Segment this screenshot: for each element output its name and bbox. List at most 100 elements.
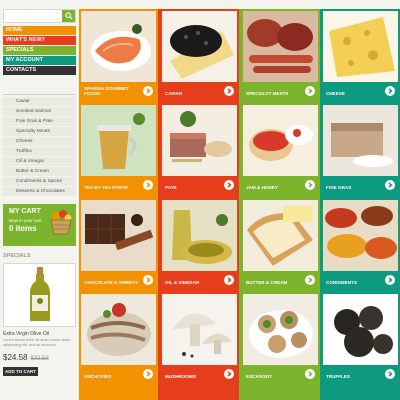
product-name[interactable]: Extra Virgin Olive Oil xyxy=(3,331,76,337)
search-icon xyxy=(64,12,73,20)
category-item[interactable]: Cheese xyxy=(3,137,76,146)
tile-tea[interactable]: TEA BY TEA FORTE xyxy=(81,105,156,193)
tile-label: CHOCOLATE & SWEETS xyxy=(84,280,139,285)
categories-divider xyxy=(3,86,76,95)
category-item[interactable]: Truffles xyxy=(3,147,76,156)
arrow-right-icon[interactable] xyxy=(224,275,234,285)
basket-icon xyxy=(50,210,72,235)
tile-anchovies[interactable]: ANCHOVIES xyxy=(81,294,156,382)
tile-label: FOIE GRAS xyxy=(326,185,352,190)
tea-image xyxy=(81,105,156,176)
price-row: $24.58 $32.58 xyxy=(3,353,76,362)
tile-cheese[interactable]: CHEESE xyxy=(323,11,398,99)
tile-spanish-gourmet-foods[interactable]: SPANISH GOURMET FOODS xyxy=(81,11,156,99)
tile-label: JAM & HONEY xyxy=(246,185,278,190)
butter-cream-image xyxy=(243,200,318,271)
category-item[interactable]: Foie Gras & Pate xyxy=(3,117,76,126)
tile-label: ANCHOVIES xyxy=(84,374,112,379)
product-price: $24.58 xyxy=(3,353,28,362)
chocolate-image xyxy=(81,200,156,271)
search-button[interactable] xyxy=(62,10,75,22)
specialty-meats-image xyxy=(243,11,318,82)
tile-label: SPANISH GOURMET FOODS xyxy=(84,86,129,96)
tile-label: OIL & VINEGAR xyxy=(165,280,200,285)
tile-oil-vinegar[interactable]: OIL & VINEGAR xyxy=(162,200,237,288)
escargot-image xyxy=(243,294,318,365)
arrow-right-icon[interactable] xyxy=(385,86,395,96)
anchovies-image xyxy=(81,294,156,365)
tile-caviar[interactable]: CAVIAR xyxy=(162,11,237,99)
tile-label: BUTTER & CREAM xyxy=(246,280,288,285)
specials-heading: SPECIALS xyxy=(3,253,31,259)
categories-list: Caviar Smoked Salmon Foie Gras & Pate Sp… xyxy=(3,97,76,196)
smoked-salmon-image xyxy=(81,11,156,82)
pate-image xyxy=(162,105,237,176)
tile-condiments[interactable]: CONDIMENTS xyxy=(323,200,398,288)
tile-label: TRUFFLES xyxy=(326,374,350,379)
tile-butter-cream[interactable]: BUTTER & CREAM xyxy=(243,200,318,288)
category-item[interactable]: Desserts & Chocolates xyxy=(3,187,76,196)
cart-box[interactable]: MY CART Now in your cart 0 items xyxy=(3,204,76,246)
truffles-image xyxy=(323,294,398,365)
oil-vinegar-image xyxy=(162,200,237,271)
condiments-image xyxy=(323,200,398,271)
nav-item-contacts[interactable]: CONTACTS xyxy=(3,66,76,75)
arrow-right-icon[interactable] xyxy=(305,369,315,379)
tile-label: MUSHROOMS xyxy=(165,374,196,379)
tile-pate[interactable]: PATE xyxy=(162,105,237,193)
arrow-right-icon[interactable] xyxy=(385,180,395,190)
cheese-image xyxy=(323,11,398,82)
tile-truffles[interactable]: TRUFFLES xyxy=(323,294,398,382)
nav-item-my-account[interactable]: MY ACCOUNT xyxy=(3,56,76,65)
arrow-right-icon[interactable] xyxy=(224,369,234,379)
tile-label: CONDIMENTS xyxy=(326,280,357,285)
tile-foie-gras[interactable]: FOIE GRAS xyxy=(323,105,398,193)
category-item[interactable]: Caviar xyxy=(3,97,76,106)
product-image[interactable] xyxy=(3,263,76,327)
mushrooms-image xyxy=(162,294,237,365)
arrow-right-icon[interactable] xyxy=(143,86,153,96)
arrow-right-icon[interactable] xyxy=(143,275,153,285)
category-grid: SPANISH GOURMET FOODS CAVIAR SPECIALTY M… xyxy=(79,9,400,400)
nav-item-specials[interactable]: SPECIALS xyxy=(3,46,76,55)
cart-count: 0 items xyxy=(9,224,37,233)
caviar-image xyxy=(162,11,237,82)
arrow-right-icon[interactable] xyxy=(305,275,315,285)
arrow-right-icon[interactable] xyxy=(224,180,234,190)
sidebar: HOME WHAT'S NEW? SPECIALS MY ACCOUNT CON… xyxy=(3,9,76,400)
tile-label: CHEESE xyxy=(326,91,345,96)
nav-item-home[interactable]: HOME xyxy=(3,26,76,35)
add-to-cart-button[interactable]: ADD TO CART xyxy=(3,367,38,376)
cart-title: MY CART xyxy=(9,208,41,215)
tile-label: PATE xyxy=(165,185,177,190)
category-item[interactable]: Condiments & Spices xyxy=(3,177,76,186)
foie-gras-image xyxy=(323,105,398,176)
product-old-price: $32.58 xyxy=(30,356,49,362)
product-description: Lorem ipsum dolor sit amet conse ctetur … xyxy=(3,338,71,347)
search-input[interactable] xyxy=(3,9,76,23)
tile-specialty-meats[interactable]: SPECIALTY MEATS xyxy=(243,11,318,99)
tile-label: SPECIALTY MEATS xyxy=(246,91,289,96)
arrow-right-icon[interactable] xyxy=(385,369,395,379)
tile-label: ESCARGOT xyxy=(246,374,273,379)
arrow-right-icon[interactable] xyxy=(305,86,315,96)
main-nav: HOME WHAT'S NEW? SPECIALS MY ACCOUNT CON… xyxy=(3,26,76,75)
arrow-right-icon[interactable] xyxy=(305,180,315,190)
tile-jam-honey[interactable]: JAM & HONEY xyxy=(243,105,318,193)
cart-subtitle: Now in your cart xyxy=(9,218,42,223)
category-item[interactable]: Butter & Cream xyxy=(3,167,76,176)
arrow-right-icon[interactable] xyxy=(143,369,153,379)
arrow-right-icon[interactable] xyxy=(224,86,234,96)
category-item[interactable]: Oil & Vinegar xyxy=(3,157,76,166)
category-item[interactable]: Smoked Salmon xyxy=(3,107,76,116)
arrow-right-icon[interactable] xyxy=(385,275,395,285)
category-item[interactable]: Specialty Meats xyxy=(3,127,76,136)
tile-label: CAVIAR xyxy=(165,91,183,96)
nav-item-whats-new[interactable]: WHAT'S NEW? xyxy=(3,36,76,45)
olive-oil-bottle-icon xyxy=(29,267,50,321)
arrow-right-icon[interactable] xyxy=(143,180,153,190)
tile-chocolate-sweets[interactable]: CHOCOLATE & SWEETS xyxy=(81,200,156,288)
tile-mushrooms[interactable]: MUSHROOMS xyxy=(162,294,237,382)
jam-honey-image xyxy=(243,105,318,176)
tile-escargot[interactable]: ESCARGOT xyxy=(243,294,318,382)
